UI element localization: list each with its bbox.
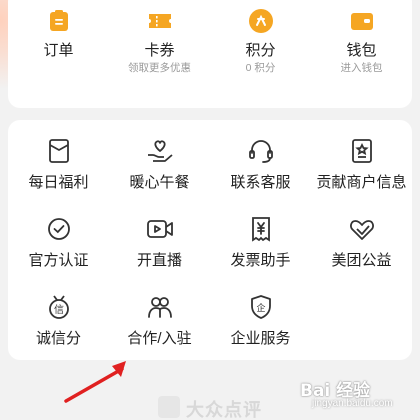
heart-hand-icon [145,136,175,166]
official-certification-entry[interactable]: 官方认证 [8,214,109,292]
points-entry[interactable]: 积分 0 积分 [210,8,311,75]
cooperation-icon [145,292,175,322]
points-icon [248,8,274,34]
cooperation-label: 合作/入驻 [127,330,192,347]
red-packet-icon [44,136,74,166]
go-live-entry[interactable]: 开直播 [109,214,210,292]
orders-entry[interactable]: 订单 [8,8,109,75]
warm-lunch-label: 暖心午餐 [129,174,190,191]
invoice-assistant-label: 发票助手 [230,252,291,269]
red-annotation-arrow [64,361,126,403]
points-label: 积分 [245,42,276,59]
services-grid: 每日福利 暖心午餐 联系客服 贡献商户信息 官方认证 开直播 发票助手 美团公益… [8,136,412,370]
headset-icon [246,136,276,166]
points-sublabel: 0 积分 [245,62,276,74]
invoice-assistant-entry[interactable]: 发票助手 [210,214,311,292]
live-camera-icon [145,214,175,244]
baidu-jingyan-watermark: Bai 经验 jingyan.baidu.com [300,372,412,416]
credit-medal-icon: 信 [44,292,74,322]
customer-service-entry[interactable]: 联系客服 [210,136,311,214]
daily-welfare-label: 每日福利 [28,174,89,191]
wallet-icon [349,8,375,34]
meituan-charity-label: 美团公益 [331,252,392,269]
official-certification-label: 官方认证 [28,252,89,269]
order-icon [46,8,72,34]
go-live-label: 开直播 [136,252,182,269]
credit-score-label: 诚信分 [35,330,81,347]
charity-heart-icon [347,214,377,244]
daily-welfare-entry[interactable]: 每日福利 [8,136,109,214]
svg-text:企: 企 [256,302,265,314]
enterprise-shield-icon: 企 [246,292,276,322]
dianping-watermark: 大众点评 [158,392,278,420]
enterprise-service-entry[interactable]: 企 企业服务 [210,292,311,370]
coupons-label: 卡券 [144,42,175,59]
services-row: 官方认证 开直播 发票助手 美团公益 [8,214,412,292]
baidu-watermark-url: jingyan.baidu.com [312,398,393,409]
wallet-entry[interactable]: 钱包 进入钱包 [311,8,412,75]
empty-slot [311,292,412,370]
enterprise-service-label: 企业服务 [230,330,291,347]
coupon-icon [147,8,173,34]
warm-lunch-entry[interactable]: 暖心午餐 [109,136,210,214]
coupons-entry[interactable]: 卡券 领取更多优惠 [109,8,210,75]
svg-text:信: 信 [54,304,64,316]
dianping-watermark-text: 大众点评 [186,400,262,420]
services-card: 每日福利 暖心午餐 联系客服 贡献商户信息 官方认证 开直播 发票助手 美团公益… [8,120,412,360]
contribute-merchant-label: 贡献商户信息 [316,174,407,191]
coupons-sublabel: 领取更多优惠 [128,62,191,74]
services-row: 每日福利 暖心午餐 联系客服 贡献商户信息 [8,136,412,214]
check-circle-icon [44,214,74,244]
wallet-sublabel: 进入钱包 [340,62,383,74]
wallet-label: 钱包 [346,42,377,59]
merchant-card-icon [347,136,377,166]
contribute-merchant-entry[interactable]: 贡献商户信息 [311,136,412,214]
orders-label: 订单 [43,42,74,59]
account-summary-card: 订单 卡券 领取更多优惠 积分 0 积分 钱包 进入钱包 [8,0,412,108]
meituan-charity-entry[interactable]: 美团公益 [311,214,412,292]
customer-service-label: 联系客服 [230,174,291,191]
invoice-icon [246,214,276,244]
dianping-logo-icon [158,396,180,418]
